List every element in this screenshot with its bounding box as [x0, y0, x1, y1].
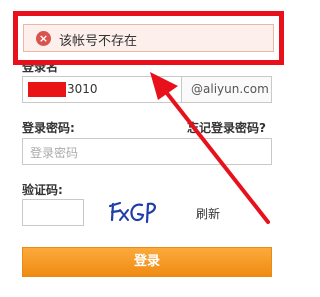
refresh-captcha-link[interactable]: 刷新: [196, 205, 220, 222]
password-label: 登录密码:: [22, 121, 75, 135]
captcha-image[interactable]: [108, 198, 162, 226]
captcha-input[interactable]: [22, 199, 84, 226]
captcha-label: 验证码:: [22, 183, 63, 197]
password-placeholder: 登录密码: [30, 146, 79, 160]
error-x-icon: ×: [36, 31, 51, 46]
redaction-mark: [28, 82, 66, 97]
domain-suffix-box: @aliyun.com: [181, 76, 272, 103]
domain-suffix-text: @aliyun.com: [191, 82, 269, 96]
forgot-password-link[interactable]: 忘记登录密码?: [187, 119, 266, 136]
username-label: 登录名: [22, 60, 59, 74]
login-button[interactable]: 登录: [22, 247, 272, 277]
error-message-box: × 该帐号不存在: [23, 24, 274, 52]
username-value: 3010: [67, 82, 98, 96]
password-input[interactable]: 登录密码: [22, 138, 272, 165]
error-message-text: 该帐号不存在: [59, 34, 138, 49]
username-input[interactable]: 3010: [22, 76, 182, 103]
